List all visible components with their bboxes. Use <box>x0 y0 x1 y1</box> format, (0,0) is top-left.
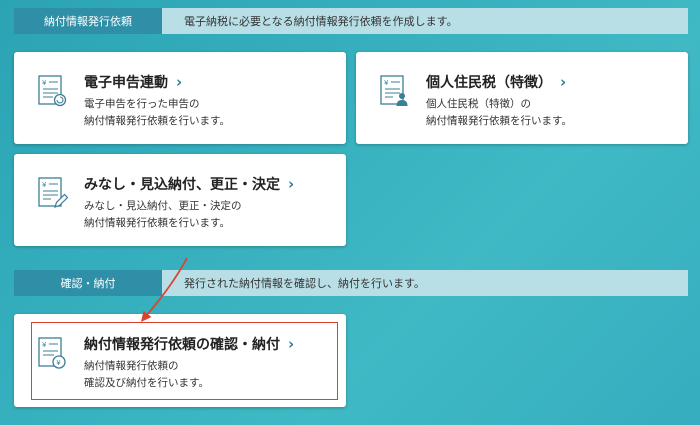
card-title-text: 電子申告連動 <box>84 75 168 91</box>
chevron-right-icon: › <box>288 174 295 193</box>
card-title: みなし・見込納付、更正・決定 › <box>84 174 294 194</box>
card-desc-line: 電子申告を行った申告の <box>84 98 200 110</box>
card-desc-line: 納付情報発行依頼を行います。 <box>84 115 230 127</box>
card-desc-line: 個人住民税（特徴）の <box>426 98 531 110</box>
card-resident-tax-special[interactable]: ¥ 個人住民税（特徴） › 個人住民税（特徴）の 納付情報発行依頼を行います。 <box>356 52 688 144</box>
section-label: 納付情報発行依頼 <box>14 8 162 34</box>
card-title-text: みなし・見込納付、更正・決定 <box>84 177 280 193</box>
card-title: 個人住民税（特徴） › <box>426 72 566 92</box>
card-desc-line: みなし・見込納付、更正・決定の <box>84 200 242 212</box>
svg-text:¥: ¥ <box>42 181 47 189</box>
section-header-issue-request: 納付情報発行依頼 電子納税に必要となる納付情報発行依頼を作成します。 <box>14 8 688 34</box>
document-person-icon: ¥ <box>380 75 408 106</box>
chevron-right-icon: › <box>176 72 183 91</box>
card-description: 電子申告を行った申告の 納付情報発行依頼を行います。 <box>84 96 230 130</box>
svg-text:¥: ¥ <box>384 79 389 87</box>
chevron-right-icon: › <box>560 72 567 91</box>
document-refresh-icon: ¥ <box>38 75 67 107</box>
chevron-right-icon: › <box>288 334 295 353</box>
card-desc-line: 納付情報発行依頼を行います。 <box>426 115 572 127</box>
card-title: 電子申告連動 › <box>84 72 182 92</box>
section-description: 発行された納付情報を確認し、納付を行います。 <box>162 270 688 296</box>
svg-text:¥: ¥ <box>42 341 47 349</box>
section-header-confirm-pay: 確認・納付 発行された納付情報を確認し、納付を行います。 <box>14 270 688 296</box>
card-description: 納付情報発行依頼の 確認及び納付を行います。 <box>84 358 209 392</box>
card-title: 納付情報発行依頼の確認・納付 › <box>84 334 294 354</box>
card-e-filing-link[interactable]: ¥ 電子申告連動 › 電子申告を行った申告の 納付情報発行依頼を行います。 <box>14 52 346 144</box>
card-desc-line: 確認及び納付を行います。 <box>84 377 209 389</box>
svg-text:¥: ¥ <box>42 79 47 87</box>
document-pen-icon: ¥ <box>38 177 68 208</box>
card-desc-line: 納付情報発行依頼の <box>84 360 179 372</box>
card-desc-line: 納付情報発行依頼を行います。 <box>84 217 230 229</box>
card-title-text: 納付情報発行依頼の確認・納付 <box>84 337 280 353</box>
card-confirm-payment[interactable]: ¥ ¥ 納付情報発行依頼の確認・納付 › 納付情報発行依頼の 確認及び納付を行い… <box>14 314 346 407</box>
card-title-text: 個人住民税（特徴） <box>426 75 552 91</box>
section-description: 電子納税に必要となる納付情報発行依頼を作成します。 <box>162 8 688 34</box>
card-description: 個人住民税（特徴）の 納付情報発行依頼を行います。 <box>426 96 572 130</box>
card-description: みなし・見込納付、更正・決定の 納付情報発行依頼を行います。 <box>84 198 242 232</box>
card-deemed-correction[interactable]: ¥ みなし・見込納付、更正・決定 › みなし・見込納付、更正・決定の 納付情報発… <box>14 154 346 246</box>
section-label: 確認・納付 <box>14 270 162 296</box>
svg-text:¥: ¥ <box>56 359 61 367</box>
document-coin-icon: ¥ ¥ <box>38 337 66 369</box>
